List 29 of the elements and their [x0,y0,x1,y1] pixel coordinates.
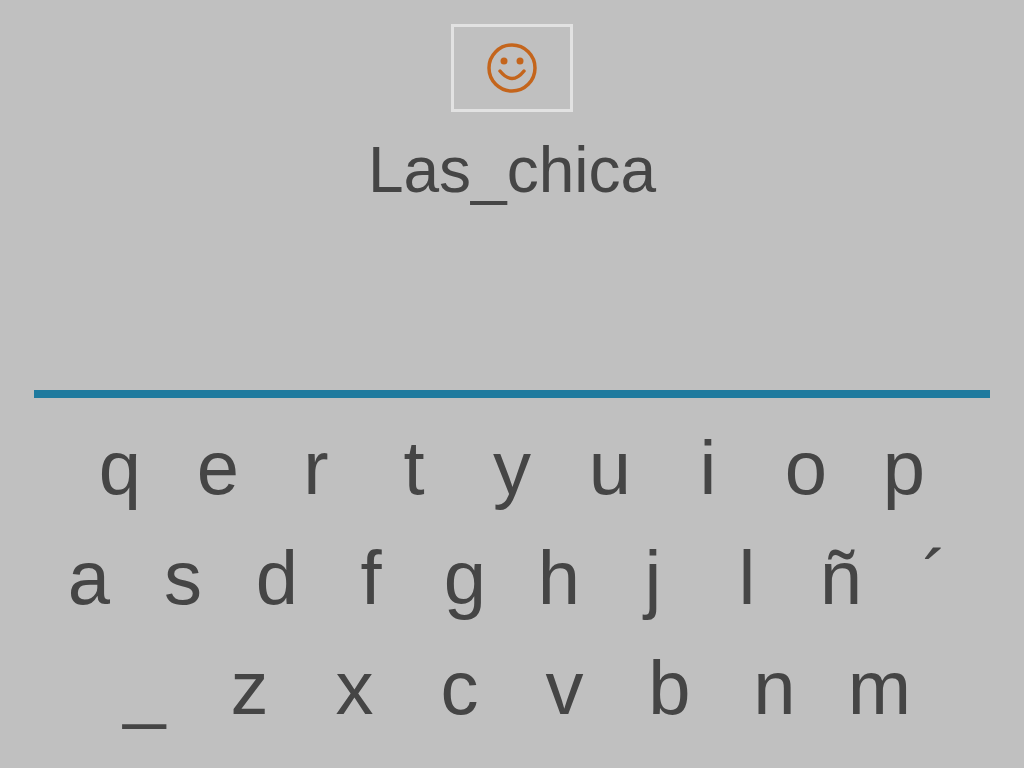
letter-key[interactable]: z [197,633,302,743]
letter-key[interactable]: ´ [888,523,982,633]
letter-key[interactable]: u [561,413,659,523]
letter-key[interactable]: j [606,523,700,633]
letter-key[interactable]: r [267,413,365,523]
letter-key[interactable]: n [722,633,827,743]
letter-key[interactable]: c [407,633,512,743]
letter-key[interactable]: p [855,413,953,523]
letter-key[interactable]: h [512,523,606,633]
letter-key[interactable]: e [169,413,267,523]
letter-key[interactable]: t [365,413,463,523]
letter-key[interactable]: a [42,523,136,633]
letter-key[interactable]: f [324,523,418,633]
letter-key[interactable]: v [512,633,617,743]
hint-button[interactable] [451,24,573,112]
letter-key[interactable]: q [71,413,169,523]
letter-key[interactable]: ñ [794,523,888,633]
letter-key[interactable]: y [463,413,561,523]
letter-key[interactable]: _ [92,633,197,743]
letter-key[interactable]: l [700,523,794,633]
letter-key[interactable]: m [827,633,932,743]
letter-key[interactable]: o [757,413,855,523]
letter-key[interactable]: b [617,633,722,743]
letter-key[interactable]: d [230,523,324,633]
letter-key[interactable]: g [418,523,512,633]
letter-key[interactable]: x [302,633,407,743]
smiley-icon [486,42,538,94]
letter-key[interactable]: i [659,413,757,523]
letter-key[interactable]: s [136,523,230,633]
